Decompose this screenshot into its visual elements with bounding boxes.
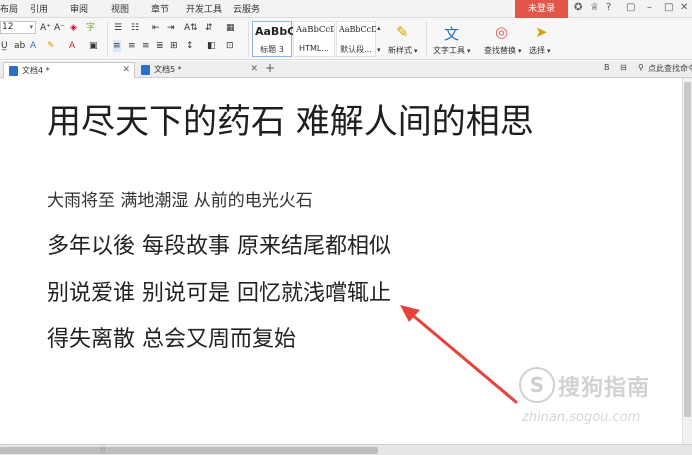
document-line-1: 大雨将至 满地潮湿 从前的电光火石 (47, 191, 313, 211)
text-effect-icon[interactable]: A (30, 40, 36, 52)
watermark-brand: 搜狗指南 (558, 376, 651, 401)
numbered-list-icon[interactable]: ☷ (131, 22, 139, 34)
shading-icon[interactable]: ◧ (207, 40, 216, 52)
underline-icon[interactable]: U̲ (1, 40, 8, 52)
menu-layout[interactable]: 布局 (0, 2, 18, 15)
clear-format-icon[interactable]: ◈ (70, 22, 77, 34)
find-replace-icon: ◎ (495, 23, 509, 41)
document-line-2: 多年以後 每段故事 原来结尾都相似 (47, 234, 391, 259)
style-html[interactable]: AaBbCcD HTML... (293, 21, 335, 57)
line-spacing-icon[interactable]: ↕ (186, 40, 194, 52)
align-left-icon[interactable]: ≡ (113, 40, 121, 52)
shirt-icon[interactable]: ♕ (590, 2, 599, 13)
styles-more-icon[interactable]: ▾ (377, 44, 381, 56)
bold-b-icon[interactable]: B (604, 63, 610, 72)
restore-icon[interactable]: ▢ (626, 2, 635, 13)
font-color-icon[interactable]: A (69, 40, 75, 52)
close-icon[interactable]: ✕ (122, 63, 130, 78)
document-line-4: 得失离散 总会又周而复始 (47, 327, 296, 352)
toolbar-separator (248, 21, 249, 57)
document-icon (9, 66, 18, 76)
bullet-list-icon[interactable]: ☰ (114, 22, 122, 34)
minimize-icon[interactable]: – (647, 2, 652, 13)
align-right-icon[interactable]: ≡ (142, 40, 150, 52)
find-replace-button[interactable]: 查找替换 (484, 45, 516, 56)
text-direction-icon[interactable]: A⇅ (184, 22, 198, 34)
distribute-icon[interactable]: ⊞ (170, 40, 178, 52)
grow-font-icon[interactable]: A⁺ (40, 22, 51, 34)
tab-document5[interactable]: 文档5 * ✕ (136, 62, 262, 78)
style-html-label: HTML... (299, 44, 329, 53)
maximize-icon[interactable]: □ (664, 2, 673, 13)
document-title: 用尽天下的药石 难解人间的相思 (47, 102, 534, 142)
align-center-icon[interactable]: ≡ (128, 40, 136, 52)
tab-document4[interactable]: 文档4 * ✕ (3, 62, 135, 78)
menu-developer[interactable]: 开发工具 (186, 2, 222, 15)
increase-indent-icon[interactable]: ⇥ (167, 22, 175, 34)
style-default-sample: AaBbCcDc (339, 25, 376, 34)
style-default-label: 默认段... (340, 45, 372, 54)
style-default[interactable]: AaBbCcDc 默认段... (336, 21, 376, 57)
menu-chapter[interactable]: 章节 (151, 2, 169, 15)
menu-bar: 布局 引用 审阅 视图 章节 开发工具 云服务 未登录 ✪ ♕ ? ▢ – □ … (0, 0, 692, 18)
watermark-url: zhinan.sogou.com (522, 410, 641, 425)
menu-view[interactable]: 视图 (111, 2, 129, 15)
toolbar-separator (426, 21, 427, 57)
help-icon[interactable]: ? (606, 2, 611, 13)
style-html-sample: AaBbCcD (296, 25, 334, 35)
chevron-down-icon: ▾ (29, 23, 33, 31)
document-tabs: 文档4 * ✕ 文档5 * ✕ + B ⊟ ⚲ 点此查找命令 (0, 61, 692, 78)
chevron-down-icon: ▾ (518, 47, 522, 55)
decrease-indent-icon[interactable]: ⇤ (152, 22, 160, 34)
search-icon: ⚲ (638, 63, 644, 72)
menu-review[interactable]: 审阅 (70, 2, 88, 15)
tab-document4-label: 文档4 * (22, 66, 50, 75)
toolbar-separator (107, 21, 108, 57)
table-borders-icon[interactable]: ▦ (226, 22, 235, 34)
horizontal-scroll-thumb[interactable] (0, 447, 378, 454)
command-search-input[interactable]: 点此查找命令 (648, 63, 692, 74)
borders-icon[interactable]: ⊡ (226, 40, 234, 52)
font-size-value: 12 (2, 22, 14, 32)
menu-references[interactable]: 引用 (30, 2, 48, 15)
ribbon-toolbar: 12 ▾ A⁺ A⁻ ◈ 字 U̲ ab A ✎ A ▣ ☰ ☷ ⇤ ⇥ A⇅ … (0, 18, 692, 60)
sogou-logo-icon: S (519, 367, 555, 403)
vertical-scrollbar[interactable] (682, 78, 692, 444)
skin-icon[interactable]: ✪ (574, 2, 582, 13)
font-size-select[interactable]: 12 ▾ (0, 21, 36, 34)
justify-icon[interactable]: ≣ (156, 40, 164, 52)
new-style-icon: ✎ (396, 23, 409, 41)
sort-icon[interactable]: ⇵ (205, 22, 213, 34)
menu-cloud[interactable]: 云服务 (233, 2, 260, 15)
style-heading3[interactable]: AaBbC 标题 3 (252, 21, 296, 57)
text-tools-button[interactable]: 文字工具 (433, 45, 465, 56)
new-style-button[interactable]: 新样式 (388, 45, 412, 56)
shrink-font-icon[interactable]: A⁻ (54, 22, 65, 34)
comment-icon[interactable]: ⊟ (620, 63, 627, 72)
styles-scroll-up-icon[interactable]: ▴ (377, 22, 381, 34)
strikethrough-icon[interactable]: ab (14, 40, 25, 52)
new-tab-button[interactable]: + (265, 61, 275, 75)
tab-document5-label: 文档5 * (154, 65, 182, 74)
pinyin-icon[interactable]: 字 (86, 22, 95, 34)
close-icon[interactable]: ✕ (680, 2, 688, 13)
login-button[interactable]: 未登录 (515, 0, 568, 18)
style-heading3-sample: AaBbC (255, 25, 296, 38)
scroll-grip-icon: ⦙⦙⦙ (100, 445, 106, 454)
select-button[interactable]: 选择 (529, 45, 545, 56)
text-tools-icon: 文 (444, 25, 460, 43)
vertical-scroll-thumb[interactable] (684, 82, 691, 417)
document-line-3: 别说爱谁 别说可是 回忆就浅嚐辄止 (47, 281, 391, 306)
chevron-down-icon: ▾ (547, 47, 551, 55)
document-icon (141, 65, 150, 75)
char-shading-icon[interactable]: ▣ (89, 40, 98, 52)
close-icon[interactable]: ✕ (250, 62, 258, 77)
horizontal-scrollbar[interactable]: ⦙⦙⦙ (0, 444, 692, 455)
chevron-down-icon: ▾ (467, 47, 471, 55)
style-heading3-label: 标题 3 (260, 45, 284, 54)
chevron-down-icon: ▾ (414, 47, 418, 55)
cursor-select-icon: ➤ (535, 23, 548, 41)
highlight-icon[interactable]: ✎ (47, 40, 55, 52)
